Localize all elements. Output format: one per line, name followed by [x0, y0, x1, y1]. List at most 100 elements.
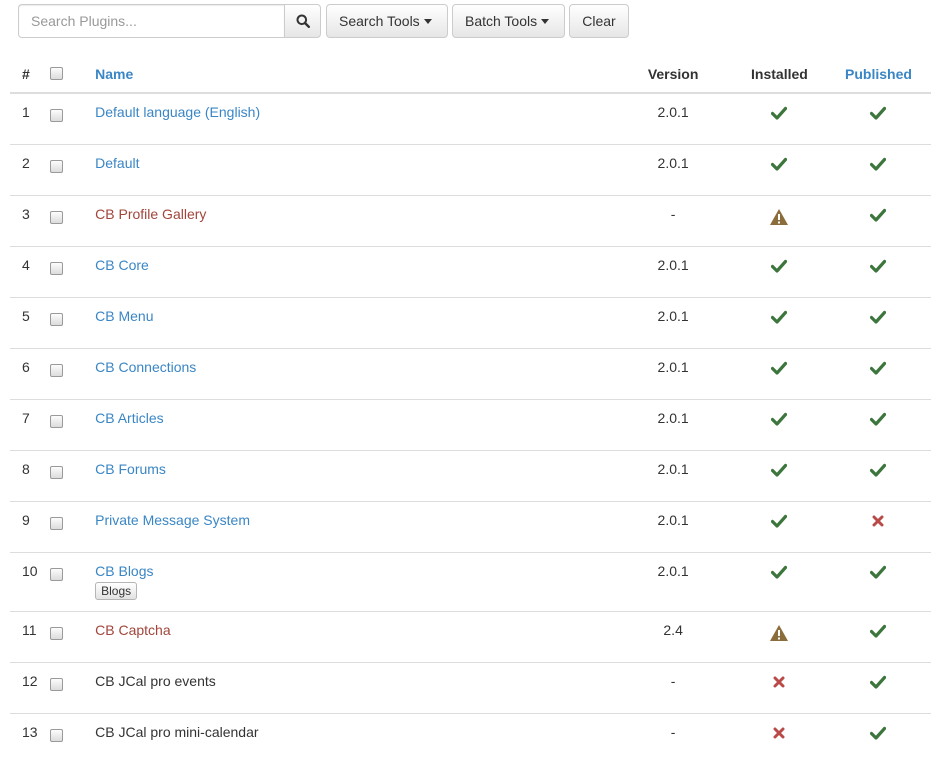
search-button[interactable]	[284, 4, 321, 38]
plugin-name-cell: CB Connections	[87, 347, 614, 399]
plugin-name: CB JCal pro events	[95, 672, 216, 689]
plugin-name-link[interactable]: CB Articles	[95, 410, 163, 426]
row-checkbox[interactable]	[49, 516, 63, 530]
plugin-version: 2.0.1	[613, 551, 733, 611]
row-checkbox[interactable]	[49, 414, 63, 428]
row-checkbox-cell	[47, 194, 88, 246]
select-all-checkbox[interactable]	[49, 67, 63, 80]
published-check-icon[interactable]	[870, 463, 887, 480]
column-header-name[interactable]: Name	[87, 56, 614, 94]
row-number: 11	[10, 610, 48, 662]
plugin-version: 2.0.1	[613, 449, 733, 501]
row-checkbox-cell	[47, 245, 88, 297]
published-cross-icon[interactable]	[872, 514, 884, 530]
batch-tools-button[interactable]: Batch Tools	[452, 4, 565, 38]
plugin-version: 2.0.1	[613, 500, 733, 552]
plugin-name-link[interactable]: CB Blogs	[95, 563, 153, 579]
row-checkbox[interactable]	[49, 626, 63, 640]
published-status-cell	[825, 245, 931, 297]
plugins-table-body: 1 Default language (English) 2.0.1 2 Default…	[10, 92, 931, 764]
row-checkbox[interactable]	[49, 567, 63, 581]
plugin-version: 2.0.1	[613, 398, 733, 450]
published-status-cell	[825, 194, 931, 246]
published-check-icon[interactable]	[870, 106, 887, 123]
table-row: 1 Default language (English) 2.0.1	[10, 92, 931, 144]
row-checkbox-cell	[47, 398, 88, 450]
plugin-name-link[interactable]: CB Connections	[95, 359, 196, 375]
published-check-icon[interactable]	[870, 208, 887, 225]
published-check-icon[interactable]	[870, 412, 887, 429]
plugin-tag-button[interactable]: Blogs	[95, 581, 138, 600]
published-check-icon[interactable]	[870, 157, 887, 174]
published-status-cell	[825, 296, 931, 348]
plugin-name-link[interactable]: CB Captcha	[95, 622, 170, 638]
published-check-icon[interactable]	[870, 310, 887, 327]
search-tools-button[interactable]: Search Tools	[326, 4, 448, 38]
row-checkbox[interactable]	[49, 109, 63, 122]
installed-check-icon	[771, 259, 788, 276]
row-checkbox[interactable]	[49, 728, 63, 742]
installed-check-icon	[771, 565, 788, 582]
plugin-version: 2.0.1	[613, 347, 733, 399]
caret-down-icon	[541, 18, 550, 24]
row-checkbox[interactable]	[49, 159, 63, 173]
row-checkbox[interactable]	[49, 363, 63, 377]
plugin-name-link[interactable]: Private Message System	[95, 512, 250, 528]
sort-by-name-link[interactable]: Name	[95, 66, 133, 82]
published-check-icon[interactable]	[870, 259, 887, 276]
row-checkbox[interactable]	[49, 210, 63, 224]
published-check-icon[interactable]	[870, 361, 887, 378]
row-checkbox[interactable]	[49, 677, 63, 691]
plugin-name-link[interactable]: CB Menu	[95, 308, 153, 324]
installed-warning-icon	[769, 624, 789, 645]
clear-button[interactable]: Clear	[569, 4, 629, 38]
installed-status-cell	[732, 296, 826, 348]
row-checkbox[interactable]	[49, 261, 63, 275]
column-header-published[interactable]: Published	[825, 56, 931, 94]
row-number: 9	[10, 500, 48, 552]
plugin-name-link[interactable]: CB Profile Gallery	[95, 206, 206, 222]
row-checkbox-cell	[47, 500, 88, 552]
row-checkbox[interactable]	[49, 465, 63, 479]
published-status-cell	[825, 92, 931, 144]
published-check-icon[interactable]	[870, 565, 887, 582]
plugin-name-link[interactable]: Default language (English)	[95, 104, 260, 120]
installed-status-cell	[732, 92, 826, 144]
published-status-cell	[825, 449, 931, 501]
sort-by-published-link[interactable]: Published	[845, 66, 912, 82]
plugin-version: 2.4	[613, 610, 733, 662]
installed-status-cell	[732, 551, 826, 611]
installed-status-cell	[732, 500, 826, 552]
plugin-name-cell: CB Forums	[87, 449, 614, 501]
table-row: 12 CB JCal pro events -	[10, 661, 931, 713]
plugin-name-link[interactable]: CB Forums	[95, 461, 166, 477]
installed-check-icon	[771, 463, 788, 480]
plugin-name: CB JCal pro mini-calendar	[95, 723, 259, 740]
published-status-cell	[825, 500, 931, 552]
installed-status-cell	[732, 712, 826, 764]
installed-status-cell	[732, 449, 826, 501]
table-row: 10 CB Blogs Blogs 2.0.1	[10, 551, 931, 611]
row-number: 12	[10, 661, 48, 713]
plugin-name-cell: Default	[87, 143, 614, 195]
plugin-version: 2.0.1	[613, 296, 733, 348]
search-input[interactable]	[18, 4, 284, 38]
installed-check-icon	[771, 310, 788, 327]
row-checkbox[interactable]	[49, 312, 63, 326]
published-check-icon[interactable]	[870, 675, 887, 692]
installed-warning-icon	[769, 208, 789, 229]
plugin-name-link[interactable]: Default	[95, 155, 139, 171]
table-row: 13 CB JCal pro mini-calendar -	[10, 712, 931, 764]
installed-check-icon	[771, 514, 788, 531]
plugin-name-link[interactable]: CB Core	[95, 257, 149, 273]
plugin-version: 2.0.1	[613, 143, 733, 195]
column-header-checkbox	[47, 56, 88, 94]
table-row: 9 Private Message System 2.0.1	[10, 500, 931, 552]
plugin-name-cell: CB Articles	[87, 398, 614, 450]
published-check-icon[interactable]	[870, 726, 887, 743]
row-number: 6	[10, 347, 48, 399]
row-checkbox-cell	[47, 449, 88, 501]
row-number: 4	[10, 245, 48, 297]
published-check-icon[interactable]	[870, 624, 887, 641]
published-status-cell	[825, 661, 931, 713]
